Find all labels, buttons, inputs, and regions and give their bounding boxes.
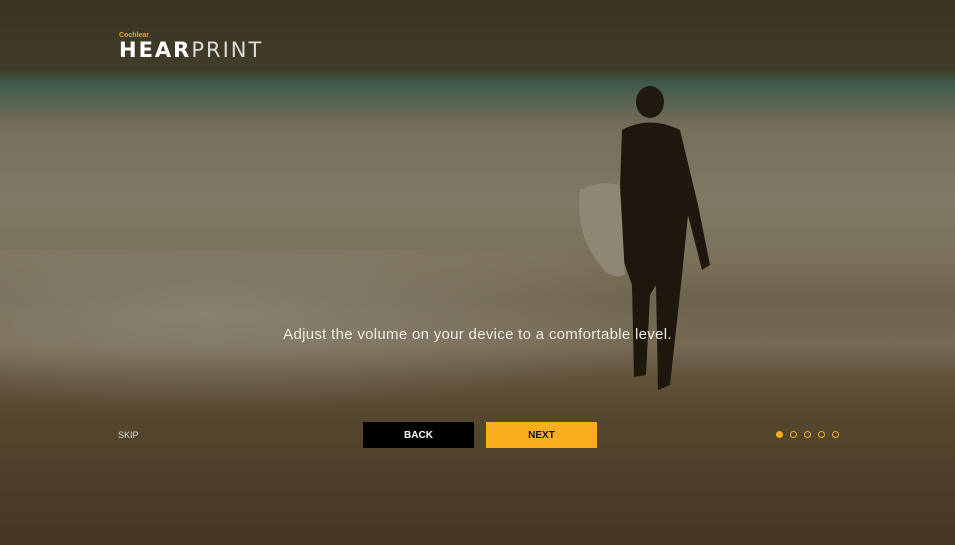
hearprint-logo: Cochlear HEARPRINT [119, 32, 263, 61]
back-button[interactable]: BACK [363, 422, 474, 448]
dark-overlay [0, 0, 955, 545]
next-button[interactable]: NEXT [486, 422, 597, 448]
onboarding-screen: Cochlear HEARPRINT Adjust the volume on … [0, 0, 955, 545]
pagination-dot[interactable] [832, 431, 839, 438]
pagination-dot[interactable] [804, 431, 811, 438]
pagination-dot[interactable] [790, 431, 797, 438]
pagination-dot[interactable] [818, 431, 825, 438]
pagination-dots [776, 431, 839, 438]
logo-bold: HEAR [119, 38, 192, 62]
pagination-dot[interactable] [776, 431, 783, 438]
instruction-text: Adjust the volume on your device to a co… [283, 326, 672, 343]
skip-link[interactable]: SKIP [118, 430, 139, 440]
logo-light: PRINT [191, 38, 264, 62]
